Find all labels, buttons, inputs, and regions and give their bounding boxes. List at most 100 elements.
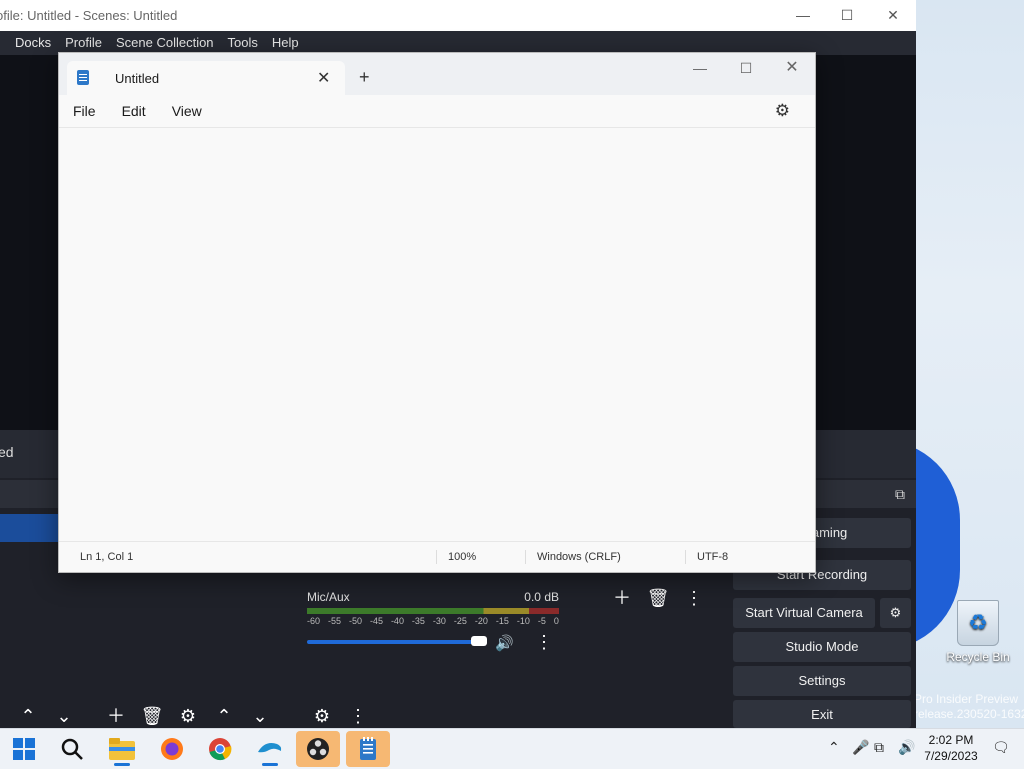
clock[interactable]: 2:02 PM 7/29/2023 [914,732,988,764]
notepad-tab[interactable]: Untitled ✕ [67,61,345,95]
insider-watermark: Pro Insider Preview release.230520-1632 [914,692,1024,722]
mixer-db: 0.0 dB [524,590,559,604]
notepad-menubar: File Edit View ⚙ [59,95,815,128]
transition-toolbar: ＋ 🗑 ⋮ [606,586,710,610]
scale-tick: -25 [453,616,467,626]
remove-source-icon[interactable]: 🗑 [136,704,168,728]
line-ending: Windows (CRLF) [537,551,621,563]
notepad-icon [77,70,89,85]
mixer-source-name: Mic/Aux [307,590,350,604]
obs-icon[interactable] [296,731,340,767]
trash-icon[interactable]: 🗑 [642,586,674,610]
scale-tick: -20 [474,616,488,626]
source-up-icon[interactable]: ⌃ [208,704,240,728]
new-tab-icon[interactable]: + [359,67,370,88]
settings-button[interactable]: Settings [733,666,911,696]
running-indicator [114,763,130,766]
text-editor-area[interactable] [59,129,815,539]
recycle-bin-label: Recycle Bin [946,650,1010,664]
maximize-icon[interactable]: ☐ [824,0,870,31]
settings-gear-icon[interactable]: ⚙ [762,95,803,127]
status-bar: Ln 1, Col 1 100% Windows (CRLF) UTF-8 [59,541,815,573]
notepad-titlebar[interactable]: Untitled ✕ + — ☐ ✕ [59,53,815,95]
status-divider [525,550,526,564]
watermark-line1: Pro Insider Preview [914,692,1019,706]
exit-button[interactable]: Exit [733,700,911,728]
scale-tick: -40 [390,616,404,626]
chevron-up-icon[interactable]: ⌃ [828,739,840,756]
microphone-icon[interactable]: 🎤 [852,739,869,756]
more-icon[interactable]: ⋮ [678,586,710,610]
scale-tick: -35 [411,616,425,626]
menu-view[interactable]: View [159,95,215,127]
move-down-icon[interactable]: ⌄ [48,704,80,728]
volume-slider[interactable] [307,636,487,646]
firefox-icon[interactable] [150,731,194,767]
taskbar: ⌃ 🎤 ⧉ 🔊 2:02 PM 7/29/2023 🗨 [0,728,1024,769]
obs-titlebar[interactable]: ofile: Untitled - Scenes: Untitled — ☐ ✕ [0,0,916,31]
scale-tick: -55 [327,616,341,626]
scene-label: ed [0,444,14,460]
watermark-line2: release.230520-1632 [914,707,1024,721]
recycle-bin-icon: ♻ [957,600,999,646]
menu-edit[interactable]: Edit [109,95,159,127]
menu-docks[interactable]: Docks [0,31,58,55]
scale-tick: -15 [495,616,509,626]
obs-title-text: ofile: Untitled - Scenes: Untitled [0,8,178,23]
search-icon[interactable] [50,731,94,767]
mixer-menu-icon[interactable]: ⋮ [535,632,553,653]
notepad-window: Untitled ✕ + — ☐ ✕ File Edit View ⚙ Ln 1… [58,52,816,573]
scale-tick: -50 [348,616,362,626]
close-icon[interactable]: ✕ [870,0,916,31]
studio-mode-button[interactable]: Studio Mode [733,632,911,662]
source-down-icon[interactable]: ⌄ [244,704,276,728]
running-indicator [262,763,278,766]
encoding: UTF-8 [697,551,729,563]
advanced-audio-icon[interactable]: ⚙ [306,704,338,728]
source-settings-icon[interactable]: ⚙ [172,704,204,728]
recycle-bin[interactable]: ♻ Recycle Bin [938,600,1018,664]
speaker-icon[interactable]: 🔊 [495,634,514,652]
notification-icon[interactable]: 🗨 [992,739,1010,756]
virtual-camera-settings-icon[interactable]: ⚙ [880,598,911,628]
zoom-level: 100% [448,551,477,563]
scale-tick: -10 [516,616,530,626]
volume-meter [307,608,559,614]
notepad-icon[interactable] [346,731,390,767]
notepad-minimize-icon[interactable]: — [677,53,723,83]
add-source-icon[interactable]: ＋ [100,704,132,728]
network-icon[interactable]: ⧉ [874,739,884,756]
scenes-toolbar: ⌃ ⌄ [12,704,80,728]
file-explorer-icon[interactable] [100,731,144,767]
notepad-maximize-icon[interactable]: ☐ [723,53,769,83]
scale-tick: -30 [432,616,446,626]
mixer-toolbar: ⚙ ⋮ [306,704,374,728]
move-up-icon[interactable]: ⌃ [12,704,44,728]
minimize-icon[interactable]: — [780,0,826,31]
start-virtual-camera-button[interactable]: Start Virtual Camera [733,598,875,628]
meter-scale: -60 -55 -50 -45 -40 -35 -30 -25 -20 -15 … [307,616,559,626]
volume-slider-handle[interactable] [471,636,487,646]
status-divider [436,550,437,564]
cursor-position: Ln 1, Col 1 [80,551,134,563]
chrome-icon[interactable] [198,731,242,767]
tab-title: Untitled [115,71,160,86]
scene-list-item-selected[interactable] [0,514,58,542]
undock-icon[interactable]: ⧉ [895,486,905,503]
edge-dev-icon[interactable] [248,731,292,767]
notepad-close-icon[interactable]: ✕ [769,53,815,83]
scale-tick: -5 [537,616,546,626]
add-icon[interactable]: ＋ [606,586,638,610]
clock-date: 7/29/2023 [924,749,978,763]
status-divider [685,550,686,564]
mixer-more-icon[interactable]: ⋮ [342,704,374,728]
volume-icon[interactable]: 🔊 [898,739,915,756]
menu-file[interactable]: File [59,95,109,127]
scale-tick: 0 [553,616,559,626]
start-icon[interactable] [2,731,46,767]
sources-toolbar: ＋ 🗑 ⚙ ⌃ ⌄ [100,704,276,728]
mixer-channel: Mic/Aux 0.0 dB -60 -55 -50 -45 -40 -35 -… [307,590,559,652]
scale-tick: -60 [307,616,321,626]
close-tab-icon[interactable]: ✕ [317,68,330,88]
clock-time: 2:02 PM [928,733,974,747]
